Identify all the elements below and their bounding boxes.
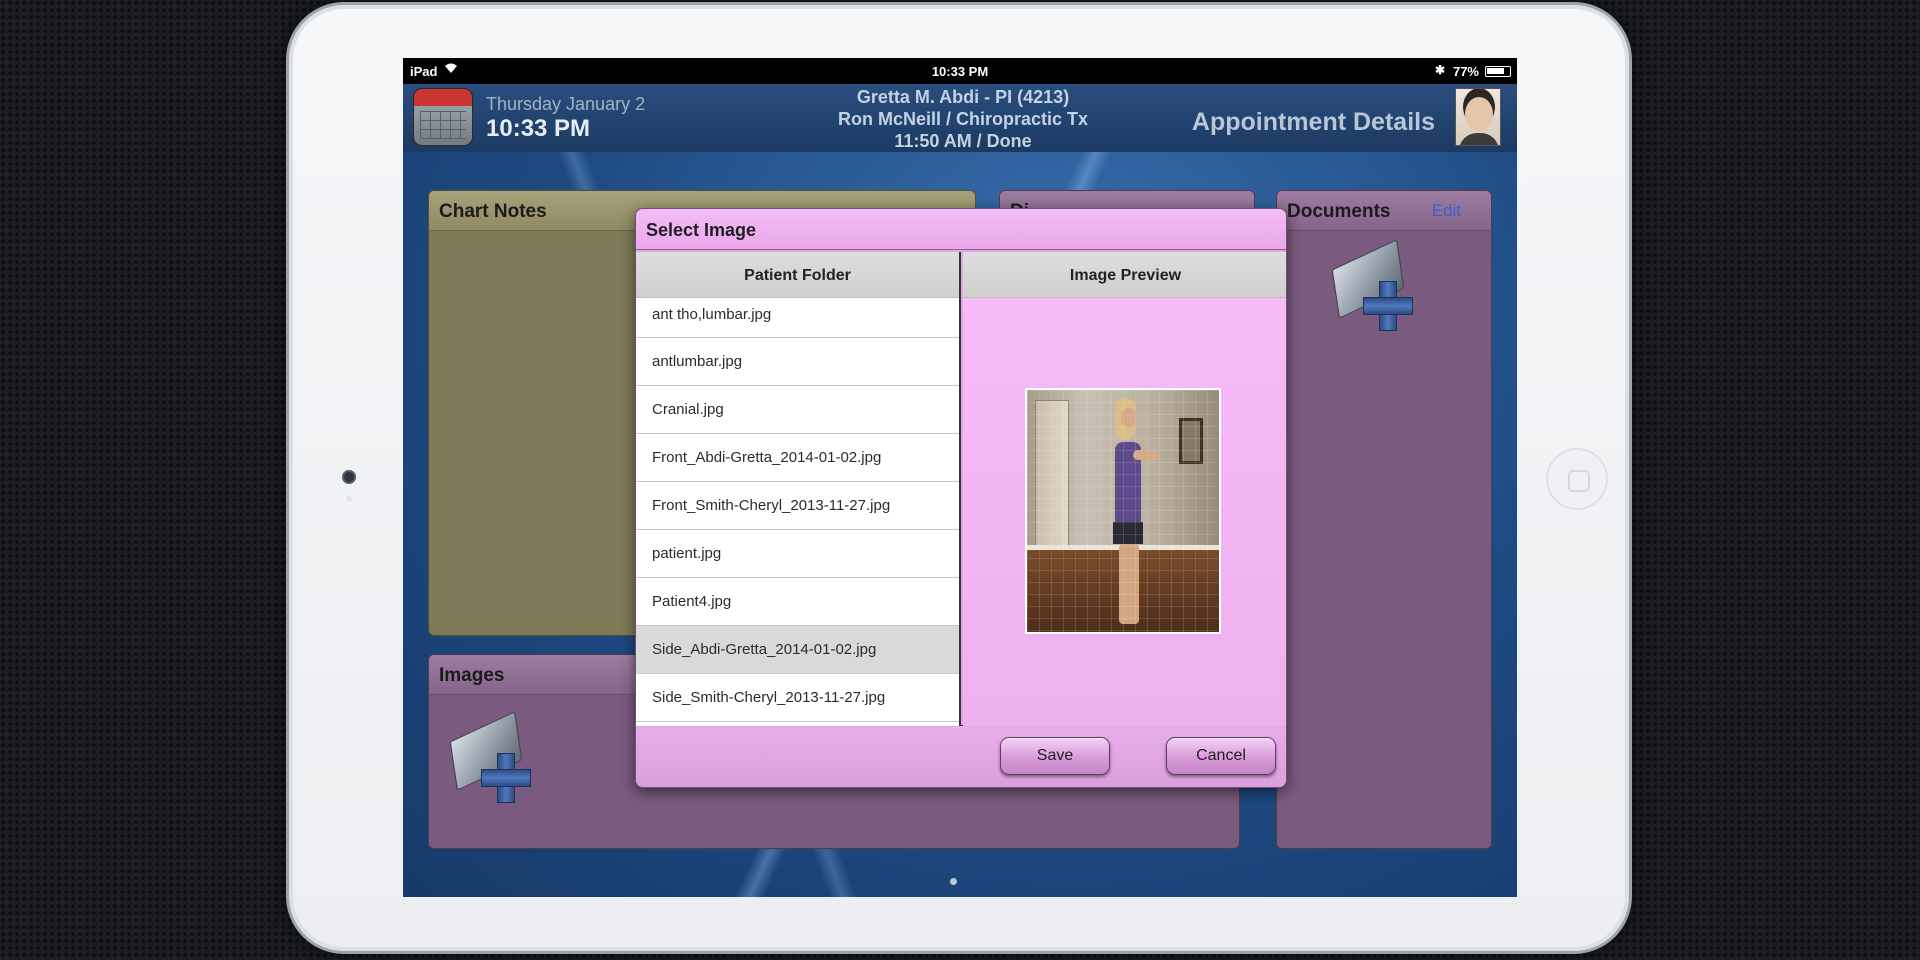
file-list-item[interactable]: Front_Abdi-Gretta_2014-01-02.jpg bbox=[636, 434, 959, 482]
file-list: ant tho,lumbar.jpg antlumbar.jpg Cranial.j… bbox=[636, 298, 959, 722]
file-list-item[interactable]: patient.jpg bbox=[636, 530, 959, 578]
file-list-item[interactable]: Patient4.jpg bbox=[636, 578, 959, 626]
file-list-item[interactable]: antlumbar.jpg bbox=[636, 338, 959, 386]
dialog-title: Select Image bbox=[636, 209, 1286, 250]
file-list-item[interactable]: Side_Abdi-Gretta_2014-01-02.jpg bbox=[636, 626, 959, 674]
documents-title: Documents bbox=[1287, 201, 1391, 222]
save-button[interactable]: Save bbox=[1000, 737, 1110, 775]
app-header: Thursday January 2 10:33 PM Gretta M. Ab… bbox=[403, 84, 1517, 152]
home-button[interactable] bbox=[1546, 448, 1608, 510]
status-time: 10:33 PM bbox=[931, 64, 989, 79]
app-screen: iPad 10:33 PM ✱ 77% Thursday January 2 1… bbox=[403, 58, 1517, 897]
battery-icon bbox=[1485, 66, 1511, 77]
select-image-dialog: Select Image Patient Folder ant tho,lumb… bbox=[635, 208, 1287, 788]
header-time: 10:33 PM bbox=[486, 115, 591, 142]
camera-sensor bbox=[346, 496, 352, 502]
appointment-status: 11:50 AM / Done bbox=[894, 131, 1032, 151]
appointment-summary: Gretta M. Abdi - PI (4213) Ron McNeill /… bbox=[783, 86, 1143, 152]
file-list-item[interactable]: Front_Smith-Cheryl_2013-11-27.jpg bbox=[636, 482, 959, 530]
add-image-icon[interactable] bbox=[447, 711, 537, 803]
status-bar: iPad 10:33 PM ✱ 77% bbox=[403, 58, 1517, 84]
file-list-item[interactable]: Cranial.jpg bbox=[636, 386, 959, 434]
front-camera bbox=[342, 470, 356, 484]
documents-edit-link[interactable]: Edit bbox=[1432, 201, 1461, 221]
file-list-item[interactable]: Side_Smith-Cheryl_2013-11-27.jpg bbox=[636, 674, 959, 722]
dialog-body: Patient Folder ant tho,lumbar.jpg antlumb… bbox=[636, 252, 1286, 726]
cancel-button[interactable]: Cancel bbox=[1166, 737, 1276, 775]
image-preview-column: Image Preview bbox=[963, 252, 1286, 726]
calendar-icon[interactable] bbox=[413, 88, 473, 146]
provider-line: Ron McNeill / Chiropractic Tx bbox=[837, 109, 1089, 129]
patient-folder-header: Patient Folder bbox=[636, 252, 959, 298]
file-list-item[interactable]: ant tho,lumbar.jpg bbox=[636, 298, 959, 338]
image-preview-header: Image Preview bbox=[963, 252, 1286, 298]
header-date: Thursday January 2 bbox=[486, 94, 646, 114]
patient-folder-column: Patient Folder ant tho,lumbar.jpg antlumb… bbox=[636, 252, 961, 726]
dialog-footer: Save Cancel bbox=[636, 727, 1286, 787]
add-document-icon[interactable] bbox=[1329, 239, 1419, 331]
image-preview bbox=[1025, 388, 1221, 634]
patient-avatar[interactable] bbox=[1455, 88, 1501, 146]
page-title: Appointment Details bbox=[1191, 108, 1435, 136]
documents-panel: Documents Edit bbox=[1276, 190, 1492, 849]
battery-percent: 77% bbox=[1452, 64, 1479, 79]
documents-header: Documents Edit bbox=[1277, 191, 1491, 231]
patient-name: Gretta M. Abdi - PI (4213) bbox=[856, 87, 1070, 107]
battery-fill bbox=[1487, 68, 1504, 74]
page-indicator bbox=[950, 878, 957, 885]
bluetooth-icon: ✱ bbox=[1434, 63, 1445, 77]
